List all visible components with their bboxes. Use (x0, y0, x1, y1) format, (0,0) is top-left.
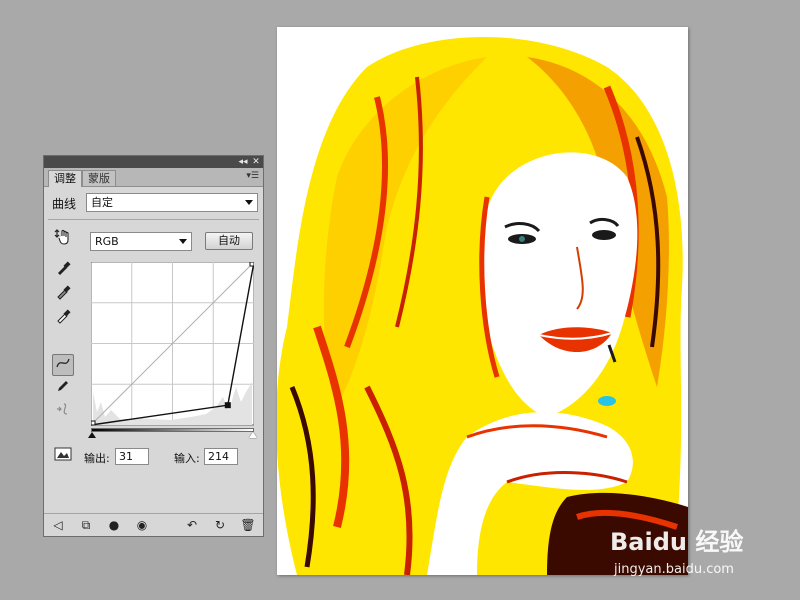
preset-dropdown[interactable]: 自定 (86, 193, 258, 212)
reset-icon[interactable]: ↻ (212, 517, 228, 533)
black-point-slider[interactable] (88, 432, 96, 438)
gray-point-eyedropper-icon[interactable] (52, 284, 74, 306)
clipping-warning-icon[interactable] (52, 446, 74, 468)
white-point-eyedropper-icon[interactable] (52, 308, 74, 330)
chevron-down-icon (179, 239, 187, 244)
image-canvas[interactable] (277, 27, 688, 575)
delete-trash-icon[interactable]: 🗑 (240, 517, 256, 533)
baidu-jingyan-watermark: Baidu 经验 jingyan.baidu.com (610, 522, 770, 582)
panel-footer: ◁ ⧉ ● ◉ ↶ ↻ 🗑 (44, 513, 263, 536)
input-gradient-bar (91, 428, 254, 432)
input-label: 输入: (174, 452, 200, 465)
output-label: 输出: (84, 452, 110, 465)
curve-point-tool-icon[interactable] (52, 354, 74, 376)
close-icon[interactable]: ✕ (250, 156, 262, 168)
channel-dropdown[interactable]: RGB (90, 232, 192, 251)
panel-titlebar[interactable]: ◂◂ ✕ (44, 156, 263, 168)
hand-target-tool-icon[interactable] (52, 228, 74, 250)
preset-value: 自定 (91, 196, 113, 209)
channel-value: RGB (95, 235, 119, 248)
output-field[interactable]: 31 (115, 448, 149, 465)
clip-to-layer-icon[interactable]: ● (106, 517, 122, 533)
curve-control-point[interactable] (249, 262, 254, 267)
white-point-slider[interactable] (249, 432, 257, 438)
stylized-portrait-photo (277, 27, 688, 575)
panel-tabs: 调整 蒙版 ▾☰ (44, 168, 263, 187)
adjustments-panel: ◂◂ ✕ 调整 蒙版 ▾☰ 曲线 自定 RGB 自动 输出: 31 输入: 21… (43, 155, 264, 537)
curves-graph[interactable] (91, 262, 254, 427)
divider (48, 219, 259, 220)
curve-control-point[interactable] (91, 420, 96, 426)
pencil-tool-icon[interactable] (52, 378, 74, 400)
view-previous-icon[interactable]: ↶ (184, 517, 200, 533)
visibility-eye-icon[interactable]: ◉ (134, 517, 150, 533)
collapse-icon[interactable]: ◂◂ (237, 156, 249, 168)
adjustment-type-label: 曲线 (52, 197, 77, 211)
smooth-curve-icon[interactable] (52, 401, 74, 423)
auto-button[interactable]: 自动 (205, 232, 253, 250)
tab-masks[interactable]: 蒙版 (82, 170, 116, 186)
black-point-eyedropper-icon[interactable] (52, 260, 74, 282)
tab-adjustments[interactable]: 调整 (48, 170, 82, 187)
back-arrow-icon[interactable]: ◁ (50, 517, 66, 533)
watermark-url: jingyan.baidu.com (614, 562, 734, 577)
watermark-brand: Baidu 经验 (610, 528, 744, 556)
watermark-service: 经验 (695, 528, 744, 556)
chevron-down-icon (245, 200, 253, 205)
input-field[interactable]: 214 (204, 448, 238, 465)
panel-menu-icon[interactable]: ▾☰ (246, 171, 259, 181)
expand-view-icon[interactable]: ⧉ (78, 517, 94, 533)
curve-control-point[interactable] (224, 402, 231, 409)
